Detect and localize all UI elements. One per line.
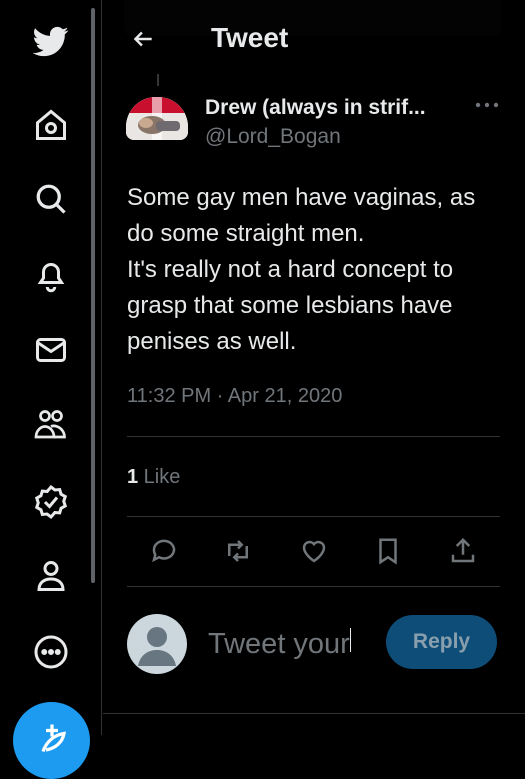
person-glyph: [37, 561, 65, 591]
compose-tweet-button[interactable]: [13, 702, 90, 779]
tweet-timestamp[interactable]: 11:32 PM · Apr 21, 2020: [127, 385, 342, 408]
tweet-more-button[interactable]: [470, 92, 504, 118]
twitter-bird-icon: [33, 26, 69, 57]
page-title: Tweet: [211, 22, 289, 53]
bell-glyph: [37, 263, 65, 293]
home-icon[interactable]: [24, 98, 78, 152]
page-header: [103, 0, 525, 80]
compose-icon: [40, 724, 66, 753]
tweet-text-line: do some straight men.: [127, 220, 365, 247]
more-circle-glyph: [34, 635, 68, 669]
reply-input[interactable]: Tweet your: [208, 622, 368, 666]
reply-placeholder: Tweet your: [208, 628, 350, 660]
verified-icon[interactable]: [24, 475, 78, 529]
home-glyph: [36, 109, 66, 140]
reply-action-button[interactable]: [146, 533, 182, 569]
nav-scrollbar[interactable]: [91, 8, 95, 583]
people-glyph: [34, 410, 66, 439]
ellipsis-icon: [475, 102, 499, 108]
left-nav: [0, 0, 102, 779]
current-user-avatar[interactable]: [127, 614, 187, 674]
messages-icon[interactable]: [24, 323, 78, 377]
back-button[interactable]: [126, 22, 160, 56]
retweet-icon: [228, 540, 248, 562]
share-icon: [451, 537, 475, 563]
notifications-icon[interactable]: [24, 248, 78, 302]
author-name[interactable]: Drew (always in strif...: [205, 96, 426, 120]
reply-button[interactable]: Reply: [386, 615, 497, 669]
thread-connector: [157, 74, 159, 86]
divider: [127, 586, 500, 587]
like-action-button[interactable]: [296, 533, 332, 569]
heart-icon: [302, 540, 326, 563]
divider: [103, 713, 525, 714]
tweet-text-line: It's really not a hard concept to: [127, 256, 454, 283]
bookmark-icon: [379, 538, 397, 565]
search-icon[interactable]: [24, 172, 78, 226]
tweet-text-line: Some gay men have vaginas, as: [127, 184, 476, 211]
divider: [127, 436, 500, 437]
retweet-action-button[interactable]: [220, 533, 256, 569]
back-arrow-icon: [133, 31, 152, 47]
more-icon[interactable]: [24, 625, 78, 679]
tweet-text: Some gay men have vaginas, as do some st…: [127, 180, 507, 360]
divider: [127, 516, 500, 517]
like-label: Like: [138, 466, 181, 488]
likes-link[interactable]: 1 Like: [127, 466, 180, 489]
avatar-image-icon: [126, 97, 188, 140]
communities-icon[interactable]: [24, 398, 78, 452]
envelope-glyph: [36, 338, 66, 362]
tweet-text-line: grasp that some lesbians have: [127, 292, 453, 319]
search-glyph: [36, 184, 66, 214]
reply-icon: [152, 539, 176, 563]
like-count: 1: [127, 466, 139, 488]
author-avatar[interactable]: [126, 97, 188, 140]
twitter-logo-icon[interactable]: [24, 14, 78, 68]
bookmark-action-button[interactable]: [370, 533, 406, 569]
text-caret: [349, 628, 351, 652]
profile-icon[interactable]: [24, 549, 78, 603]
default-avatar-icon: [138, 627, 176, 666]
verified-badge-glyph: [34, 484, 68, 520]
share-action-button[interactable]: [445, 533, 481, 569]
tweet-text-line: penises as well.: [127, 328, 297, 355]
author-handle[interactable]: @Lord_Bogan: [205, 125, 341, 149]
